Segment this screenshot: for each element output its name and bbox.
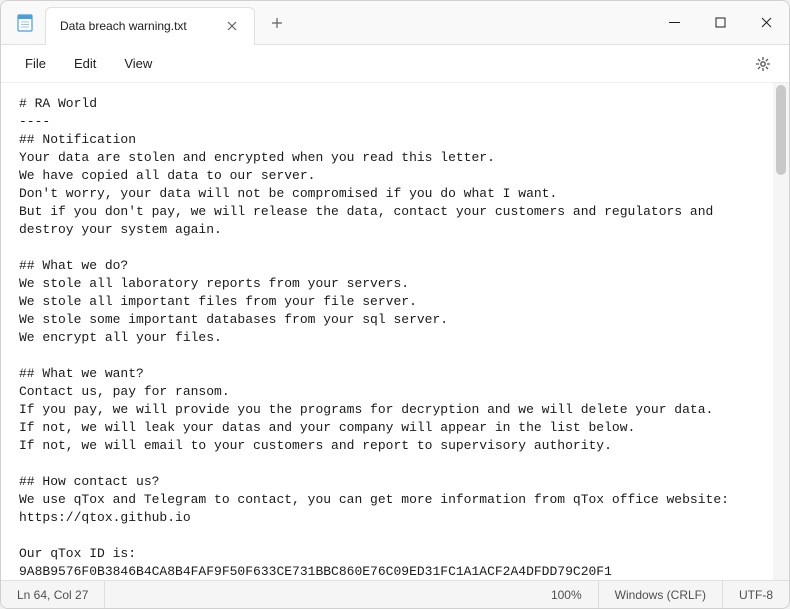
notepad-window: Data breach warning.txt (0, 0, 790, 609)
window-controls (651, 1, 789, 44)
titlebar: Data breach warning.txt (1, 1, 789, 45)
scrollbar-thumb[interactable] (776, 85, 786, 175)
notepad-app-icon (15, 13, 35, 33)
new-tab-button[interactable] (261, 7, 293, 39)
settings-button[interactable] (747, 48, 779, 80)
document-tab[interactable]: Data breach warning.txt (45, 7, 255, 45)
status-zoom[interactable]: 100% (535, 581, 599, 608)
close-button[interactable] (743, 1, 789, 44)
status-position[interactable]: Ln 64, Col 27 (1, 581, 105, 608)
minimize-button[interactable] (651, 1, 697, 44)
editor-area: # RA World ---- ## Notification Your dat… (1, 83, 789, 580)
text-editor[interactable]: # RA World ---- ## Notification Your dat… (1, 83, 773, 580)
menu-file[interactable]: File (11, 50, 60, 77)
tab-close-button[interactable] (224, 18, 240, 34)
menubar: File Edit View (1, 45, 789, 83)
gear-icon (754, 55, 772, 73)
vertical-scrollbar[interactable] (773, 83, 789, 580)
status-line-ending[interactable]: Windows (CRLF) (599, 581, 723, 608)
status-encoding[interactable]: UTF-8 (723, 581, 789, 608)
menu-edit[interactable]: Edit (60, 50, 110, 77)
tab-title: Data breach warning.txt (60, 19, 216, 33)
statusbar: Ln 64, Col 27 100% Windows (CRLF) UTF-8 (1, 580, 789, 608)
maximize-button[interactable] (697, 1, 743, 44)
menu-view[interactable]: View (110, 50, 166, 77)
